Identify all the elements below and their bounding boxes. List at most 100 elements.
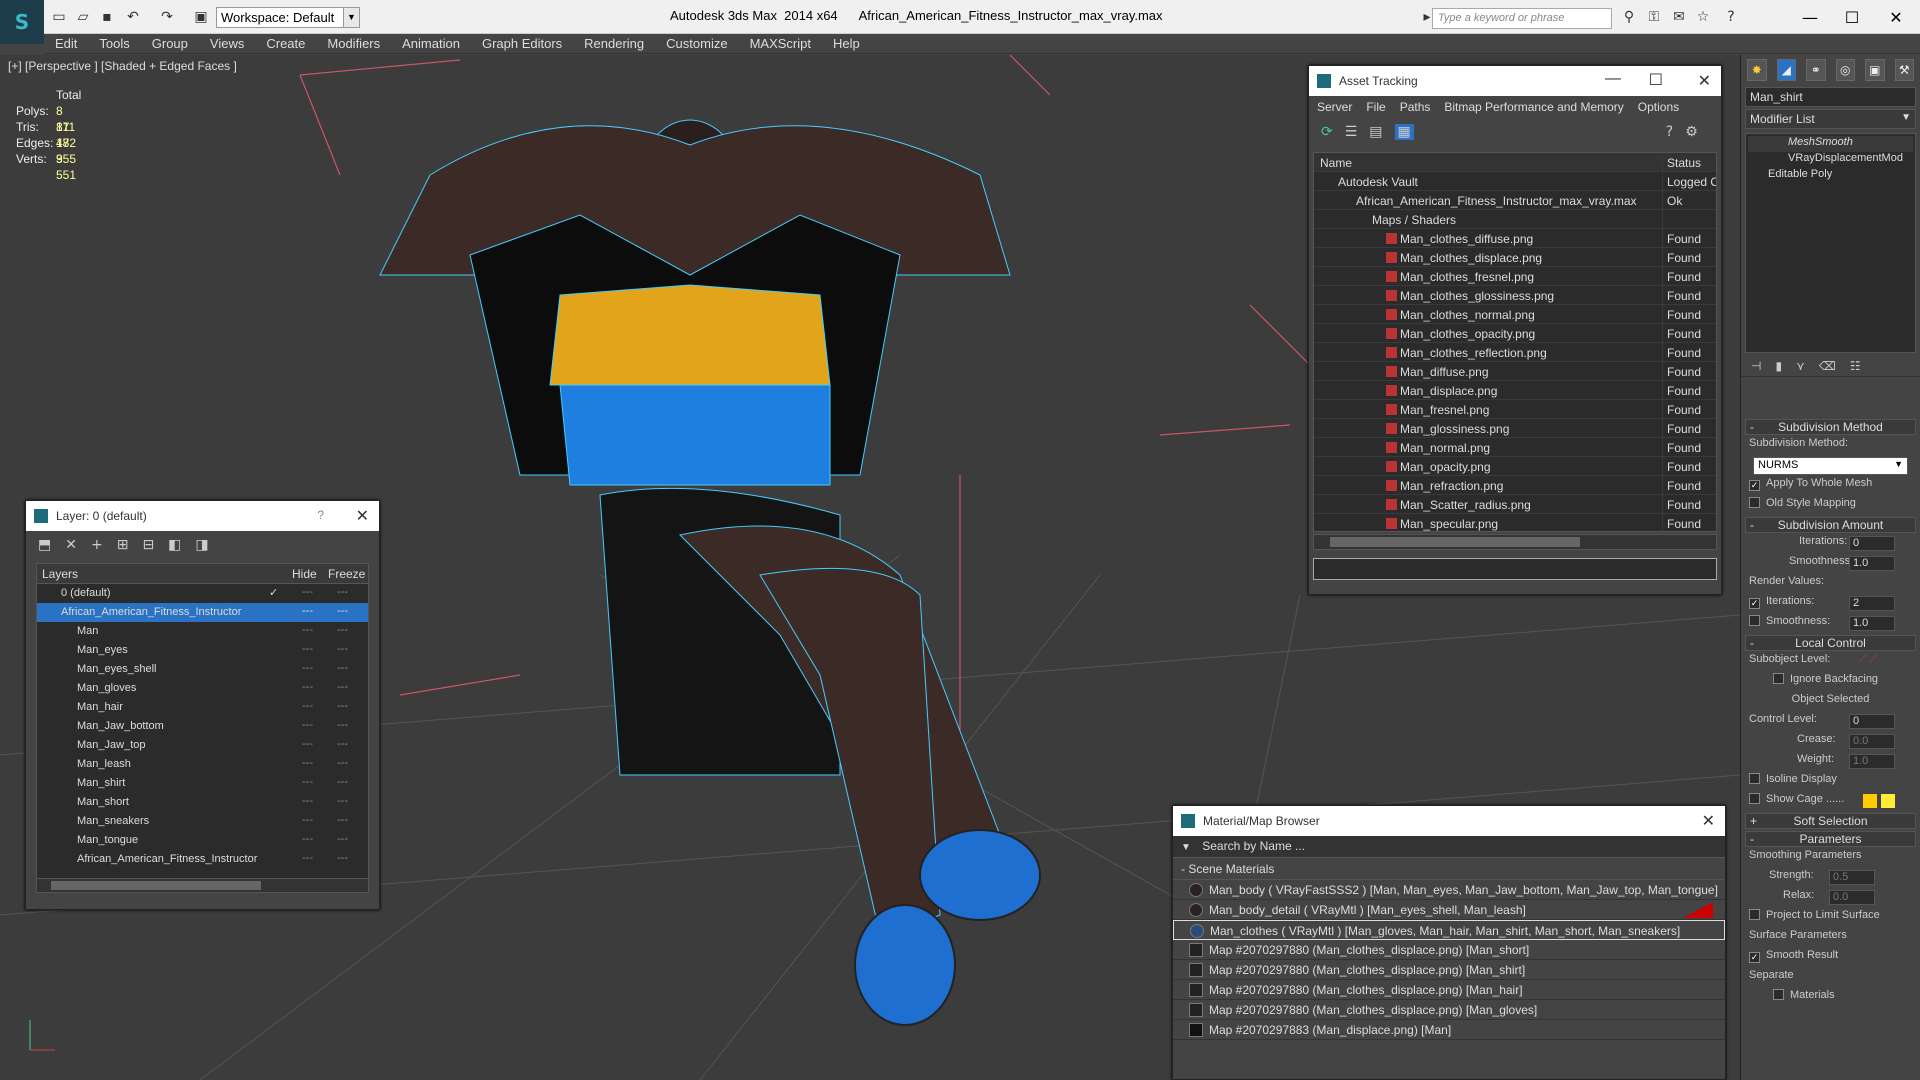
- menu-animation[interactable]: Animation: [391, 34, 471, 53]
- freeze-all-icon[interactable]: ◨: [195, 537, 208, 553]
- freeze-toggle[interactable]: ---: [337, 586, 348, 598]
- rollout-parameters[interactable]: - Parameters: [1745, 831, 1916, 847]
- materials-checkbox[interactable]: Materials: [1749, 989, 1912, 1007]
- smoothness-spinner[interactable]: 1.0: [1849, 556, 1895, 571]
- hide-toggle[interactable]: ---: [302, 681, 313, 693]
- close-icon[interactable]: ✕: [1702, 811, 1715, 830]
- app-logo-icon[interactable]: S: [0, 0, 44, 44]
- map-row[interactable]: Map #2070297880 (Man_clothes_displace.pn…: [1173, 1000, 1725, 1020]
- asset-row[interactable]: African_American_Fitness_Instructor_max_…: [1314, 191, 1716, 213]
- subdiv-method-select[interactable]: NURMS ▼: [1753, 457, 1908, 475]
- hide-toggle[interactable]: ---: [302, 662, 313, 674]
- layer-row[interactable]: Man_Jaw_bottom --- ---: [37, 717, 368, 736]
- hide-toggle[interactable]: ---: [302, 833, 313, 845]
- asset-row[interactable]: Man_diffuse.png Found: [1314, 362, 1716, 384]
- mat-search-input[interactable]: Search by Name ...: [1202, 839, 1305, 853]
- cage-color-swatch[interactable]: [1863, 794, 1877, 808]
- help-button[interactable]: ?: [317, 508, 324, 522]
- show-cage-checkbox[interactable]: Show Cage ......: [1749, 793, 1912, 811]
- rollout-subdivision-method[interactable]: - Subdivision Method: [1745, 419, 1916, 435]
- settings-icon[interactable]: ⚙: [1685, 124, 1698, 140]
- smooth-result-checkbox[interactable]: ✓ Smooth Result: [1749, 949, 1912, 967]
- menu-file[interactable]: File: [1366, 100, 1385, 114]
- add-to-layer-icon[interactable]: +: [91, 537, 103, 553]
- hide-toggle[interactable]: ---: [302, 624, 313, 636]
- asset-window-titlebar[interactable]: Asset Tracking — ☐ ✕: [1309, 66, 1721, 96]
- apply-whole-mesh-checkbox[interactable]: ✓ Apply To Whole Mesh: [1749, 477, 1912, 495]
- new-file-icon[interactable]: ▭: [50, 8, 68, 26]
- layer-row[interactable]: Man_hair --- ---: [37, 698, 368, 717]
- search-input[interactable]: Type a keyword or phrase: [1432, 8, 1612, 29]
- layer-window-titlebar[interactable]: Layer: 0 (default) ? ✕: [26, 501, 379, 531]
- maximize-icon[interactable]: ☐: [1649, 70, 1663, 89]
- hide-toggle[interactable]: ---: [302, 757, 313, 769]
- scroll-thumb[interactable]: [1330, 537, 1580, 547]
- minimize-icon[interactable]: —: [1790, 4, 1830, 30]
- asset-row[interactable]: Man_clothes_fresnel.png Found: [1314, 267, 1716, 289]
- maximize-icon[interactable]: ☐: [1832, 4, 1872, 30]
- open-file-icon[interactable]: ▱: [74, 8, 92, 26]
- scene-materials-header[interactable]: - Scene Materials: [1173, 858, 1725, 880]
- layer-row-selected[interactable]: African_American_Fitness_Instructor --- --…: [37, 603, 368, 622]
- menu-server[interactable]: Server: [1317, 100, 1352, 114]
- viewport-label[interactable]: [+] [Perspective ] [Shaded + Edged Faces…: [8, 59, 237, 73]
- menu-options[interactable]: Options: [1638, 100, 1679, 114]
- menu-modifiers[interactable]: Modifiers: [316, 34, 391, 53]
- menu-rendering[interactable]: Rendering: [573, 34, 655, 53]
- material-row[interactable]: Man_body ( VRayFastSSS2 ) [Man, Man_eyes…: [1173, 880, 1725, 900]
- modify-tab-icon[interactable]: ◢: [1776, 59, 1796, 81]
- select-objects-icon[interactable]: ⊞: [117, 537, 129, 553]
- freeze-toggle[interactable]: ---: [337, 700, 348, 712]
- control-level-spinner[interactable]: 0: [1849, 714, 1895, 729]
- highlight-layer-icon[interactable]: ⊟: [142, 537, 154, 553]
- layer-row[interactable]: Man --- ---: [37, 622, 368, 641]
- close-icon[interactable]: ✕: [1698, 71, 1711, 90]
- utilities-tab-icon[interactable]: ⚒: [1894, 59, 1914, 81]
- col-name[interactable]: Name: [1320, 156, 1352, 170]
- freeze-toggle[interactable]: ---: [337, 719, 348, 731]
- help-icon[interactable]: ?: [1722, 8, 1740, 26]
- asset-row[interactable]: Man_fresnel.png Found: [1314, 400, 1716, 422]
- freeze-toggle[interactable]: ---: [337, 814, 348, 826]
- freeze-toggle[interactable]: ---: [337, 852, 348, 864]
- ignore-backfacing-checkbox[interactable]: Ignore Backfacing: [1749, 673, 1912, 691]
- freeze-toggle[interactable]: ---: [337, 776, 348, 788]
- project-limit-surface-checkbox[interactable]: Project to Limit Surface: [1749, 909, 1912, 927]
- stack-item-vray-displacement[interactable]: VRayDisplacementMod: [1748, 152, 1913, 168]
- map-row[interactable]: Map #2070297880 (Man_clothes_displace.pn…: [1173, 980, 1725, 1000]
- layer-row[interactable]: Man_eyes_shell --- ---: [37, 660, 368, 679]
- configure-sets-icon[interactable]: ☷: [1850, 359, 1861, 374]
- asset-row[interactable]: Man_clothes_glossiness.png Found: [1314, 286, 1716, 308]
- crease-spinner[interactable]: 0.0: [1849, 734, 1895, 749]
- menu-bitmap-performance[interactable]: Bitmap Performance and Memory: [1444, 100, 1623, 114]
- display-tab-icon[interactable]: ▣: [1865, 59, 1885, 81]
- layer-row[interactable]: Man_sneakers --- ---: [37, 812, 368, 831]
- iterations-spinner[interactable]: 0: [1849, 536, 1895, 551]
- asset-row[interactable]: Man_clothes_reflection.png Found: [1314, 343, 1716, 365]
- delete-layer-icon[interactable]: ✕: [65, 537, 77, 553]
- menu-graph-editors[interactable]: Graph Editors: [471, 34, 573, 53]
- hide-toggle[interactable]: ---: [302, 795, 313, 807]
- cage-selected-color-swatch[interactable]: [1881, 794, 1895, 808]
- hide-toggle[interactable]: ---: [302, 719, 313, 731]
- horizontal-scrollbar[interactable]: [1313, 534, 1717, 550]
- close-icon[interactable]: ✕: [1876, 4, 1916, 30]
- layer-row[interactable]: Man_leash --- ---: [37, 755, 368, 774]
- vertex-edge-icon[interactable]: ⟋ ⟋: [1859, 653, 1877, 666]
- freeze-toggle[interactable]: ---: [337, 643, 348, 655]
- layer-row[interactable]: Man_gloves --- ---: [37, 679, 368, 698]
- remove-modifier-icon[interactable]: ⌫: [1819, 359, 1836, 374]
- asset-row[interactable]: Autodesk VaultLogged Ou: [1314, 172, 1716, 194]
- motion-tab-icon[interactable]: ◎: [1835, 59, 1855, 81]
- stack-item-editable-poly[interactable]: Editable Poly: [1748, 168, 1913, 184]
- hide-toggle[interactable]: ---: [302, 814, 313, 826]
- menu-paths[interactable]: Paths: [1400, 100, 1431, 114]
- freeze-toggle[interactable]: ---: [337, 795, 348, 807]
- freeze-toggle[interactable]: ---: [337, 624, 348, 636]
- close-icon[interactable]: ✕: [356, 506, 369, 525]
- isoline-display-checkbox[interactable]: Isoline Display: [1749, 773, 1912, 791]
- hide-all-icon[interactable]: ◧: [168, 537, 181, 553]
- col-layers[interactable]: Layers: [42, 567, 78, 581]
- asset-row[interactable]: Man_specular.png Found: [1314, 514, 1716, 531]
- relax-spinner[interactable]: 0.0: [1829, 890, 1875, 905]
